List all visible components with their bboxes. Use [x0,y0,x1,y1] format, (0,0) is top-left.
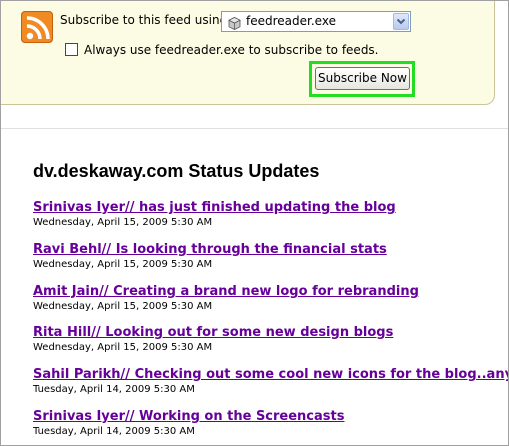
entry-title-link[interactable]: Rita Hill// Looking out for some new des… [33,325,393,341]
application-cube-icon [228,15,241,30]
list-item: Sahil Parikh// Checking out some cool ne… [33,367,508,396]
always-use-checkbox[interactable] [65,43,78,56]
subscribe-panel: Subscribe to this feed using feedreader.… [1,1,495,105]
feed-reader-value: feedreader.exe [246,14,336,28]
chevron-down-icon[interactable] [393,13,409,30]
entry-title-link[interactable]: Srinivas Iyer// Working on the Screencas… [33,409,344,425]
entry-date: Wednesday, April 15, 2009 5:30 AM [33,342,213,353]
entry-date: Tuesday, April 14, 2009 5:30 AM [33,384,195,395]
entry-title-link[interactable]: Amit Jain// Creating a brand new logo fo… [33,284,419,300]
entry-date: Wednesday, April 15, 2009 5:30 AM [33,301,213,312]
divider [1,128,508,129]
entry-title-link[interactable]: Sahil Parikh// Checking out some cool ne… [33,367,508,383]
list-item: Amit Jain// Creating a brand new logo fo… [33,284,419,313]
list-item: Ravi Behl// Is looking through the finan… [33,242,387,271]
list-item: Srinivas Iyer// Working on the Screencas… [33,409,344,438]
entry-title-link[interactable]: Srinivas Iyer// has just finished updati… [33,200,396,216]
rss-feed-icon [21,11,53,43]
feed-reader-select[interactable]: feedreader.exe [221,11,411,32]
subscribe-now-button[interactable]: Subscribe Now [315,67,410,90]
subscribe-using-label: Subscribe to this feed using [60,13,228,27]
list-item: Rita Hill// Looking out for some new des… [33,325,393,354]
always-use-label: Always use feedreader.exe to subscribe t… [84,43,379,57]
list-item: Srinivas Iyer// has just finished updati… [33,200,396,229]
feed-title: dv.deskaway.com Status Updates [33,161,320,181]
entry-date: Wednesday, April 15, 2009 5:30 AM [33,217,213,228]
entry-title-link[interactable]: Ravi Behl// Is looking through the finan… [33,242,387,258]
entry-date: Tuesday, April 14, 2009 5:30 AM [33,426,195,437]
entry-date: Wednesday, April 15, 2009 5:30 AM [33,259,213,270]
feed-viewer: Subscribe to this feed using feedreader.… [0,0,509,446]
